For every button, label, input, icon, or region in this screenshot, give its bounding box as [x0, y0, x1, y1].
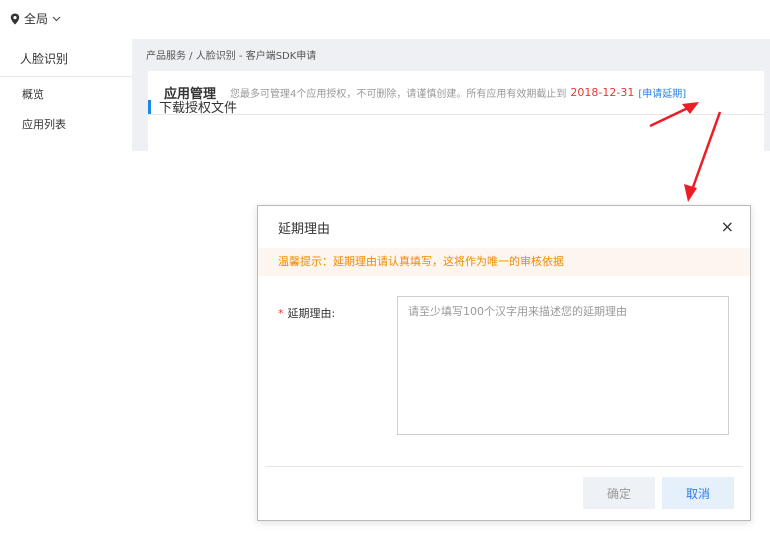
dialog-header: 延期理由 × [258, 206, 750, 248]
extension-reason-dialog: 延期理由 × 温馨提示：延期理由请认真填写，这将作为唯一的审核依据 * 延期理由:… [257, 205, 751, 521]
quota-notice: 您最多可管理4个应用授权，不可删除，请谨慎创建。所有应用有效期截止到 [230, 89, 567, 100]
sidebar-title: 人脸识别 [0, 39, 132, 77]
section-marker [148, 99, 151, 114]
reason-label-text: 延期理由: [287, 307, 336, 320]
dialog-footer: 确定 取消 [265, 466, 743, 522]
chevron-down-icon [52, 16, 61, 21]
section-title: 下载授权文件 [148, 97, 237, 116]
app-management-panel: 应用管理 您最多可管理4个应用授权，不可删除，请谨慎创建。所有应用有效期截止到 … [148, 71, 764, 151]
main-content: 产品服务 / 人脸识别 - 客户端SDK申请 应用管理 您最多可管理4个应用授权… [132, 39, 770, 151]
region-selector[interactable]: 全局 [10, 10, 61, 27]
reason-textarea[interactable] [397, 296, 729, 435]
confirm-button[interactable]: 确定 [583, 477, 655, 509]
required-mark: * [278, 307, 284, 320]
reason-label: * 延期理由: [278, 305, 335, 321]
dialog-title: 延期理由 [278, 221, 331, 237]
app-root: 全局 人脸识别 概览 应用列表 产品服务 / 人脸识别 - 客户端SDK申请 应… [0, 0, 770, 534]
sidebar-item-app-list[interactable]: 应用列表 [0, 107, 132, 137]
close-icon[interactable]: × [721, 219, 734, 235]
apply-extension-link[interactable]: [申请延期] [638, 85, 686, 100]
cancel-button[interactable]: 取消 [662, 477, 734, 509]
sidebar-item-overview[interactable]: 概览 [0, 77, 132, 107]
reason-form-row: * 延期理由: [278, 296, 732, 436]
sidebar: 人脸识别 概览 应用列表 [0, 39, 132, 151]
expiry-date: 2018-12-31 [570, 86, 635, 99]
region-label: 全局 [24, 12, 49, 26]
panel-header: 应用管理 您最多可管理4个应用授权，不可删除，请谨慎创建。所有应用有效期截止到 … [148, 71, 764, 115]
section-title-text: 下载授权文件 [159, 101, 238, 116]
location-pin-icon [10, 13, 20, 24]
breadcrumb: 产品服务 / 人脸识别 - 客户端SDK申请 [146, 51, 317, 62]
warning-tip: 温馨提示：延期理由请认真填写，这将作为唯一的审核依据 [258, 248, 750, 276]
